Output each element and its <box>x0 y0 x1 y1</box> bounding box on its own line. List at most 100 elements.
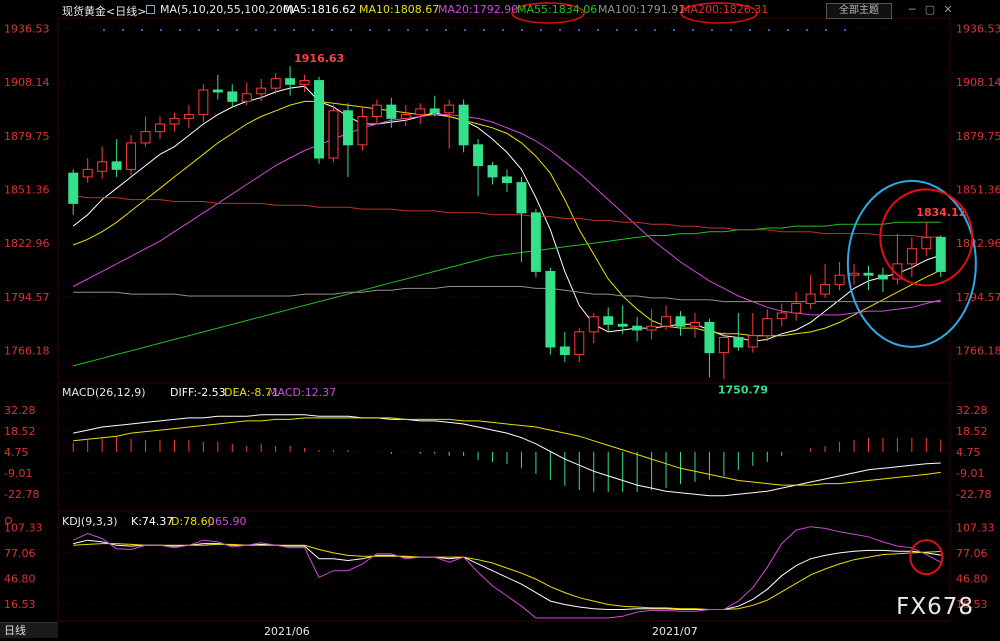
close-icon[interactable]: ✕ <box>941 3 955 17</box>
candle-body[interactable] <box>632 325 643 331</box>
candle-body[interactable] <box>718 337 729 354</box>
kdj-d-line[interactable] <box>73 543 941 610</box>
candle-body[interactable] <box>473 144 484 167</box>
macd-params[interactable]: MACD(26,12,9) <box>62 386 146 399</box>
candle-body[interactable] <box>299 80 310 85</box>
candle-body[interactable] <box>357 115 368 146</box>
candle-body[interactable] <box>415 108 426 116</box>
candle-body[interactable] <box>126 142 137 170</box>
dot-marker <box>786 28 790 32</box>
candle-body[interactable] <box>877 274 888 280</box>
candle-body[interactable] <box>241 93 252 102</box>
candle-body[interactable] <box>733 337 744 348</box>
dot-marker <box>596 28 600 32</box>
candle-body[interactable] <box>820 284 831 295</box>
candle-body[interactable] <box>863 272 874 276</box>
dot-marker <box>406 28 410 32</box>
candle-body[interactable] <box>198 89 209 116</box>
dot-marker <box>387 28 391 32</box>
candle-body[interactable] <box>935 236 946 272</box>
dot-marker <box>653 28 657 32</box>
candle-body[interactable] <box>140 131 151 144</box>
candle-body[interactable] <box>342 110 353 146</box>
candle-body[interactable] <box>444 104 455 114</box>
y-tick-right: 1794.57 <box>956 291 1000 304</box>
kdj-k: K:74.37 <box>131 515 174 528</box>
candle-body[interactable] <box>400 114 411 119</box>
candle-body[interactable] <box>97 161 108 172</box>
minimize-icon[interactable]: ─ <box>905 3 919 17</box>
candle-body[interactable] <box>675 316 686 327</box>
candle-body[interactable] <box>559 346 570 356</box>
theme-button[interactable]: 全部主题 <box>826 3 892 19</box>
dot-marker <box>634 28 638 32</box>
candle-body[interactable] <box>574 331 585 356</box>
candle-body[interactable] <box>256 87 267 95</box>
candle-body[interactable] <box>906 248 917 265</box>
dot-marker <box>159 28 163 32</box>
ma55-value: MA55:1834.06 <box>517 3 598 16</box>
y-tick-right: 1908.14 <box>956 76 1000 89</box>
candle-body[interactable] <box>270 78 281 89</box>
candle-body[interactable] <box>762 318 773 337</box>
dot-marker <box>311 28 315 32</box>
dot-marker <box>444 28 448 32</box>
candle-body[interactable] <box>516 182 527 214</box>
candle-body[interactable] <box>68 172 79 204</box>
candle-body[interactable] <box>791 303 802 314</box>
candle-body[interactable] <box>429 108 440 114</box>
candle-body[interactable] <box>155 123 165 133</box>
candle-body[interactable] <box>617 323 628 327</box>
candle-body[interactable] <box>487 165 498 178</box>
candle-body[interactable] <box>704 321 715 354</box>
candle-body[interactable] <box>603 316 614 325</box>
symbol-title[interactable]: 现货黄金<日线> <box>62 3 146 19</box>
candle-body[interactable] <box>183 114 194 119</box>
candle-body[interactable] <box>386 104 397 119</box>
candle-body[interactable] <box>82 168 93 178</box>
candle-body[interactable] <box>371 104 382 117</box>
kdj-params[interactable]: KDJ(9,3,3) <box>62 515 118 528</box>
candle-body[interactable] <box>285 78 296 85</box>
macd-panel[interactable] <box>72 414 942 497</box>
candle-body[interactable] <box>530 212 541 272</box>
candle-body[interactable] <box>212 89 223 93</box>
candle-body[interactable] <box>646 325 657 331</box>
macd-tick-right: -22.78 <box>956 488 991 501</box>
dot-marker <box>102 28 106 32</box>
candle-body[interactable] <box>111 161 122 170</box>
candle-body[interactable] <box>776 312 787 320</box>
period-tab[interactable]: 日线 <box>0 622 58 638</box>
macd-tick-right: 4.75 <box>956 446 981 459</box>
candle-body[interactable] <box>689 321 700 327</box>
macd-tick-left: -9.01 <box>4 467 32 480</box>
candle-body[interactable] <box>227 91 238 102</box>
candle-body[interactable] <box>502 176 512 184</box>
main-panel-frame <box>57 17 951 384</box>
kdj-tick-left: 77.06 <box>4 547 36 560</box>
candle-body[interactable] <box>328 110 339 159</box>
dot-marker <box>482 28 486 32</box>
ma20-value: MA20:1792.90 <box>438 3 519 16</box>
dot-marker <box>615 28 619 32</box>
candle-body[interactable] <box>849 272 859 276</box>
candle-body[interactable] <box>458 104 469 146</box>
dot-marker <box>729 28 733 32</box>
ma-params[interactable]: MA(5,10,20,55,100,200) <box>160 3 294 16</box>
dot-marker <box>216 28 220 32</box>
y-tick-left: 1908.14 <box>4 76 50 89</box>
settings-icon[interactable] <box>146 5 155 14</box>
candle-body[interactable] <box>921 236 932 250</box>
macd-tick-left: 4.75 <box>4 446 29 459</box>
candle-body[interactable] <box>805 293 816 305</box>
candle-body[interactable] <box>661 316 672 327</box>
candle-body[interactable] <box>747 335 758 348</box>
candle-body[interactable] <box>834 274 845 286</box>
candle-body[interactable] <box>314 80 325 159</box>
candle-body[interactable] <box>588 316 599 333</box>
candle-body[interactable] <box>545 270 556 348</box>
candle-body[interactable] <box>169 117 180 125</box>
kdj-marker-icon <box>5 517 12 524</box>
annotations: 1916.631750.791834.12 <box>294 2 977 576</box>
restore-icon[interactable]: ▢ <box>923 3 937 17</box>
